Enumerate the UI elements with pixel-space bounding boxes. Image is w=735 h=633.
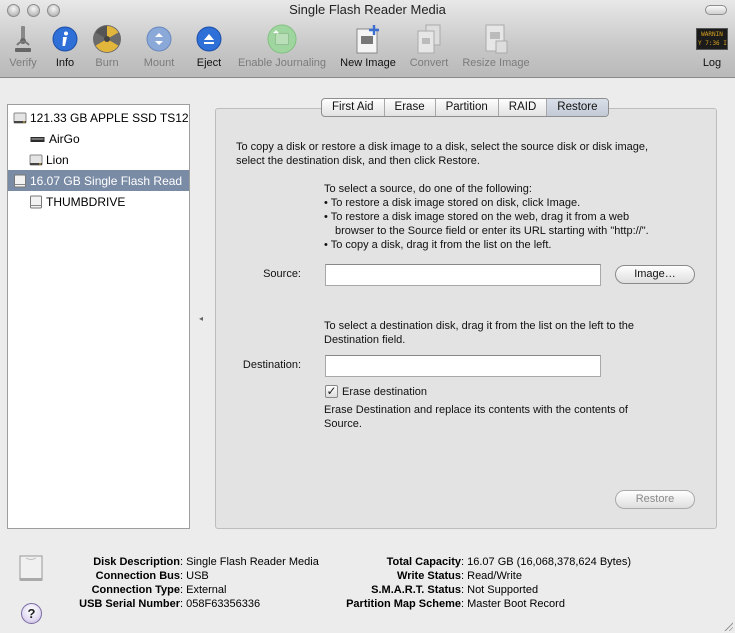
destination-label: Destination:: [242, 359, 301, 371]
tab-bar: First Aid Erase Partition RAID Restore: [321, 98, 609, 117]
erase-destination-label[interactable]: Erase destination: [342, 385, 427, 399]
info-row: Disk Description: Single Flash Reader Me…: [93, 556, 319, 568]
toolbar-toggle-button[interactable]: [705, 5, 727, 15]
tab-erase[interactable]: Erase: [385, 99, 436, 116]
restore-button[interactable]: Restore: [615, 490, 695, 509]
info-row: Total Capacity: 16.07 GB (16,068,378,624…: [386, 556, 632, 568]
mount-icon: [144, 24, 174, 54]
journaling-icon: [267, 24, 297, 54]
window-title: Single Flash Reader Media: [289, 2, 446, 17]
disk-list-item-selected[interactable]: 16.07 GB Single Flash Read: [8, 170, 189, 191]
resize-image-button[interactable]: Resize Image: [460, 24, 532, 69]
internal-disk-icon: [29, 154, 43, 165]
window-resize-handle[interactable]: [723, 621, 733, 631]
help-button[interactable]: ?: [21, 603, 42, 624]
source-label: Source:: [263, 268, 301, 280]
info-row: Connection Bus: USB: [95, 570, 209, 582]
external-disk-icon: [19, 555, 43, 581]
microscope-icon: [8, 24, 38, 54]
resize-image-icon: [481, 24, 511, 54]
internal-disk-icon: [13, 112, 27, 123]
source-help: To select a source, do one of the follow…: [324, 183, 649, 251]
image-button[interactable]: Image…: [615, 265, 695, 284]
burn-button[interactable]: Burn: [91, 24, 123, 69]
volume-icon: [30, 136, 45, 142]
erase-destination-checkbox[interactable]: ✓: [325, 385, 338, 398]
info-icon: [50, 24, 80, 54]
split-view-handle[interactable]: ◂: [199, 314, 205, 323]
tab-first-aid[interactable]: First Aid: [322, 99, 385, 116]
disk-info-left: Disk Description: Single Flash Reader Me…: [60, 555, 319, 611]
enable-journaling-button[interactable]: Enable Journaling: [235, 24, 329, 69]
tab-raid[interactable]: RAID: [499, 99, 548, 116]
destination-help: To select a destination disk, drag it fr…: [324, 320, 634, 346]
convert-icon: [414, 24, 444, 54]
burn-icon: [92, 24, 122, 54]
disk-list[interactable]: 121.33 GB APPLE SSD TS12 AirGo Lion 16.0…: [7, 104, 190, 529]
info-row: Connection Type: External: [91, 584, 227, 596]
erase-description: Erase Destination and replace its conten…: [324, 404, 628, 430]
convert-button[interactable]: Convert: [407, 24, 451, 69]
eject-icon: [194, 24, 224, 54]
window-toolbar: Single Flash Reader Media Verify Info Bu…: [0, 0, 735, 78]
external-disk-icon: [14, 174, 26, 187]
verify-button[interactable]: Verify: [6, 24, 40, 69]
disk-list-item[interactable]: AirGo: [8, 128, 189, 149]
info-row: S.M.A.R.T. Status: Not Supported: [371, 584, 539, 596]
info-row: Write Status: Read/Write: [397, 570, 522, 582]
info-button[interactable]: Info: [50, 24, 80, 69]
destination-field[interactable]: [325, 355, 601, 377]
new-image-icon: [353, 24, 383, 54]
disk-list-item[interactable]: THUMBDRIVE: [8, 191, 189, 212]
disk-list-item[interactable]: 121.33 GB APPLE SSD TS12: [8, 107, 189, 128]
info-row: Partition Map Scheme: Master Boot Record: [346, 598, 565, 610]
mount-button[interactable]: Mount: [140, 24, 178, 69]
source-field[interactable]: [325, 264, 601, 286]
disk-list-item[interactable]: Lion: [8, 149, 189, 170]
new-image-button[interactable]: New Image: [338, 24, 398, 69]
disk-info-right: Total Capacity: 16.07 GB (16,068,378,624…: [330, 555, 631, 611]
info-row: USB Serial Number: 058F63356336: [79, 598, 261, 610]
external-disk-icon: [30, 195, 42, 208]
log-button[interactable]: WARNIN Y 7:36 I Log: [695, 24, 729, 69]
restore-intro: To copy a disk or restore a disk image t…: [236, 141, 649, 167]
eject-button[interactable]: Eject: [194, 24, 224, 69]
tab-partition[interactable]: Partition: [436, 99, 499, 116]
tab-restore[interactable]: Restore: [547, 99, 608, 116]
log-icon: WARNIN Y 7:36 I: [696, 24, 728, 54]
